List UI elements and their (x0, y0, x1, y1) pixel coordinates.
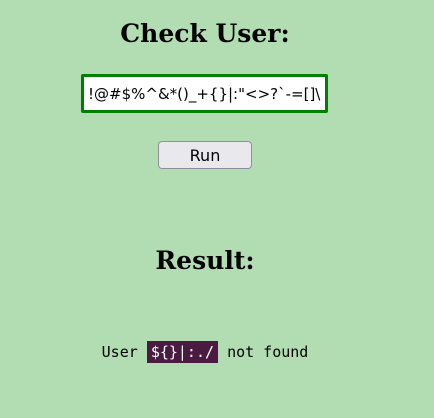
run-button[interactable]: Run (158, 141, 252, 169)
result-title: Result: (155, 246, 255, 275)
user-input-frame (81, 74, 328, 113)
result-message: User ${}|:./ not found (0, 340, 410, 364)
result-suffix: not found (227, 343, 309, 361)
user-input[interactable] (84, 77, 325, 110)
result-username: ${}|:./ (146, 341, 219, 363)
result-prefix: User (101, 343, 138, 361)
page-title: Check User: (120, 19, 290, 48)
